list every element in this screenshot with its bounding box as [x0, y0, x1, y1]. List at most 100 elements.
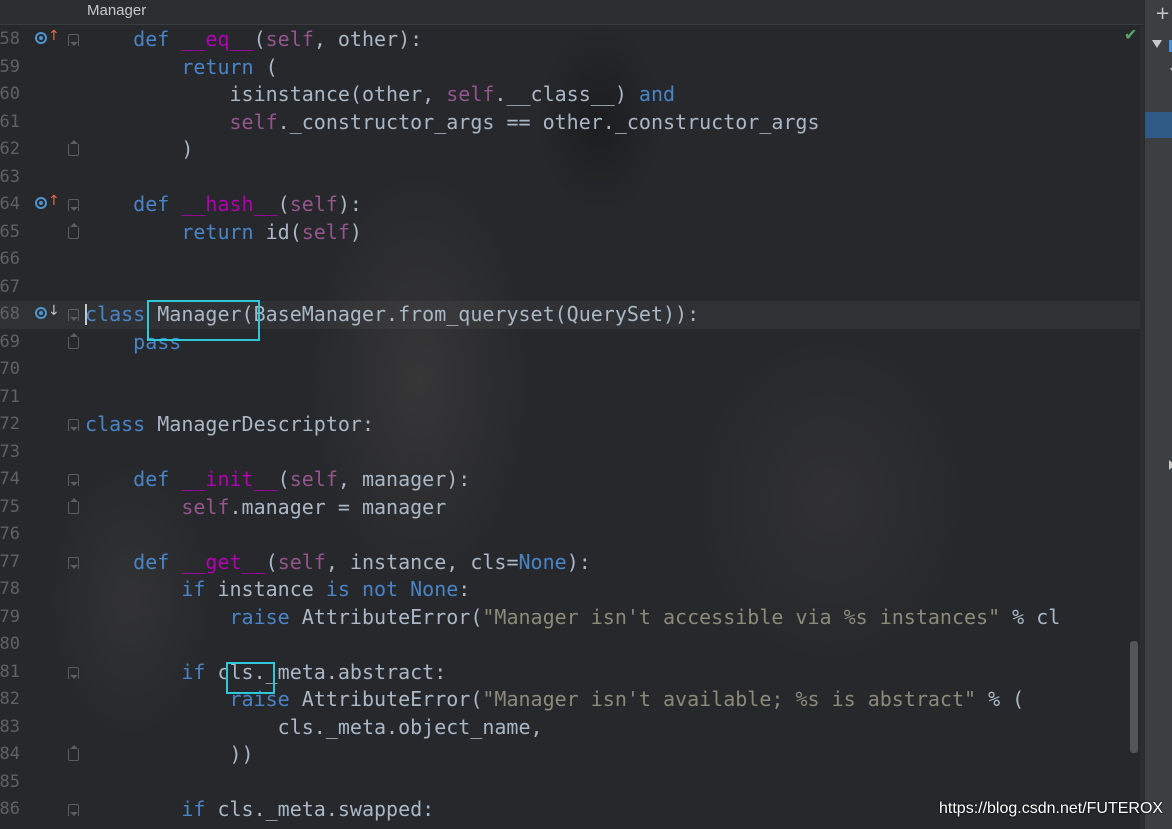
arrow-up-icon[interactable]: ↑: [48, 194, 60, 208]
fold-marker-icon[interactable]: [68, 745, 79, 761]
line-number: 73: [0, 441, 20, 462]
breadcrumb-label[interactable]: Manager: [87, 2, 146, 19]
code-token: ManagerDescriptor:: [145, 412, 374, 436]
override-marker-icon[interactable]: [35, 32, 47, 44]
line-number: 79: [0, 606, 20, 627]
fold-marker-icon[interactable]: [68, 34, 79, 46]
line-number: 84: [0, 744, 20, 764]
code-token: "Manager isn't accessible via %s instanc…: [482, 604, 1001, 629]
text-caret: [85, 304, 87, 325]
code-line[interactable]: 66: [0, 246, 1140, 274]
fold-marker-icon[interactable]: [68, 222, 79, 239]
expand-arrow-icon[interactable]: [1152, 40, 1162, 48]
line-number: 83: [0, 716, 20, 737]
code-line[interactable]: 64 ↑ def __hash__(self):: [0, 191, 1140, 219]
code-line[interactable]: 81 if cls._meta.abstract:: [0, 659, 1140, 687]
code-line[interactable]: 80: [0, 631, 1140, 659]
code-token: AttributeError(: [289, 604, 483, 629]
fold-marker-icon[interactable]: [68, 804, 79, 816]
code-token: self: [181, 494, 230, 519]
code-line[interactable]: 72 class ManagerDescriptor:: [0, 411, 1140, 439]
fold-marker-icon[interactable]: [68, 332, 79, 349]
code-token: instance: [205, 577, 326, 601]
inspection-ok-icon[interactable]: ✔: [1124, 25, 1137, 44]
code-token: cls._meta.object_name,: [85, 714, 543, 739]
code-line[interactable]: 62 ): [0, 136, 1140, 164]
code-line[interactable]: 73: [0, 439, 1140, 467]
arrow-up-icon[interactable]: ↑: [48, 29, 60, 43]
code-token: __init__: [181, 467, 278, 491]
line-number: 59: [0, 56, 20, 77]
code-editor[interactable]: 58 ↑ def __eq__(self, other): 59 return (6…: [0, 26, 1140, 829]
code-line[interactable]: 78 if instance is not None:: [0, 576, 1140, 604]
arrow-down-icon[interactable]: ↓: [48, 304, 60, 318]
fold-marker-icon[interactable]: [68, 140, 79, 156]
code-text: def __eq__(self, other):: [85, 26, 422, 54]
code-token: __get__: [181, 549, 266, 574]
code-line[interactable]: 59 return (: [0, 54, 1140, 82]
code-line[interactable]: 60 isinstance(other, self.__class__) and: [0, 81, 1140, 109]
code-text: return (: [85, 54, 277, 82]
code-line[interactable]: 67: [0, 274, 1140, 302]
code-line[interactable]: 84 )): [0, 741, 1140, 769]
fold-marker-icon[interactable]: [68, 474, 79, 486]
code-token: return: [181, 54, 254, 79]
breadcrumb: Manager: [0, 0, 1144, 25]
code-token: ._constructor_args == other._constructor…: [277, 109, 820, 134]
code-token: .manager = manager: [229, 494, 447, 519]
code-token: self: [229, 109, 278, 134]
line-number: 74: [0, 469, 20, 489]
code-token: and: [638, 82, 676, 106]
line-number: 72: [0, 414, 20, 434]
code-line[interactable]: 77 def __get__(self, instance, cls=None)…: [0, 549, 1140, 577]
code-token: if: [181, 797, 206, 821]
code-text: cls._meta.object_name,: [85, 714, 543, 742]
override-marker-icon[interactable]: [35, 197, 47, 209]
line-number: 62: [0, 139, 20, 159]
fold-marker-icon[interactable]: [68, 497, 79, 514]
fold-marker-icon[interactable]: [68, 666, 79, 679]
code-token: self: [265, 27, 314, 51]
code-token: def: [133, 27, 170, 51]
fold-marker-icon[interactable]: [68, 309, 79, 321]
code-line[interactable]: 85: [0, 769, 1140, 797]
code-line[interactable]: 63: [0, 164, 1140, 192]
code-token: ): [85, 137, 194, 161]
fold-marker-icon[interactable]: [68, 556, 79, 569]
code-text: def __init__(self, manager):: [85, 466, 470, 494]
code-token: class: [85, 302, 146, 326]
line-number: 63: [0, 166, 20, 187]
code-line[interactable]: 65 return id(self): [0, 219, 1140, 247]
add-icon[interactable]: +: [1155, 3, 1170, 24]
code-line[interactable]: 75 self.manager = manager: [0, 494, 1140, 522]
code-line[interactable]: 58 ↑ def __eq__(self, other):: [0, 26, 1140, 54]
code-token: :: [458, 577, 471, 601]
code-line[interactable]: 82 raise AttributeError("Manager isn't a…: [0, 686, 1140, 714]
code-line[interactable]: 74 def __init__(self, manager):: [0, 466, 1140, 494]
editor-scrollbar-thumb[interactable]: [1130, 641, 1138, 753]
code-token: id(: [253, 219, 302, 244]
code-text: def __hash__(self):: [85, 191, 362, 219]
code-line[interactable]: 79 raise AttributeError("Manager isn't a…: [0, 604, 1140, 632]
fold-marker-icon[interactable]: [68, 199, 79, 211]
code-text: class ManagerDescriptor:: [85, 411, 374, 439]
code-line[interactable]: 61 self._constructor_args == other._cons…: [0, 109, 1140, 137]
selected-tree-item[interactable]: [1145, 112, 1172, 138]
code-token: (: [265, 549, 278, 574]
code-token: cls._meta.swapped:: [205, 797, 435, 821]
fold-marker-icon[interactable]: [68, 419, 79, 431]
code-token: raise: [229, 604, 290, 629]
override-marker-icon[interactable]: [35, 307, 47, 319]
code-line[interactable]: 71: [0, 384, 1140, 412]
code-line[interactable]: 83 cls._meta.object_name,: [0, 714, 1140, 742]
code-token: (: [277, 192, 290, 216]
code-line[interactable]: 70: [0, 356, 1140, 384]
code-line[interactable]: 76: [0, 521, 1140, 549]
